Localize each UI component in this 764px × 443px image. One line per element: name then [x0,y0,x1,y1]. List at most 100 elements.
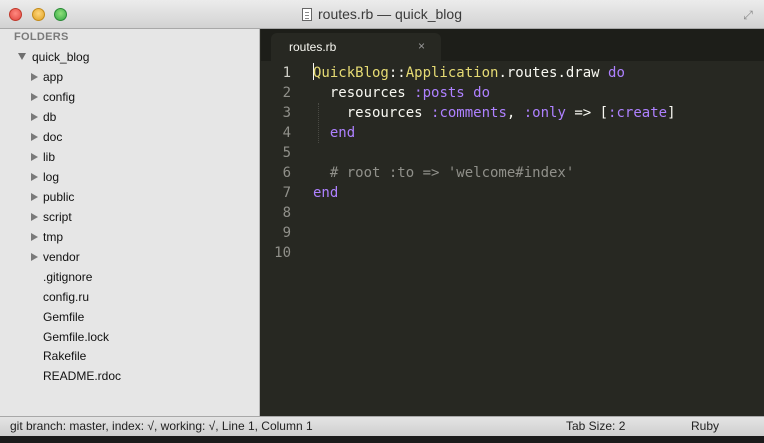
syntax-selector[interactable]: Ruby [691,417,719,436]
chevron-down-icon[interactable] [18,53,26,60]
folder-app[interactable]: app [0,67,258,87]
root-folder-label: quick_blog [32,50,90,64]
keyword: end [313,185,339,201]
window-title: routes.rb — quick_blog [318,6,462,22]
keyword: do [473,85,491,101]
file-gemfile-lock[interactable]: Gemfile.lock [0,327,258,347]
tree-root-quick-blog[interactable]: quick_blog [18,50,89,68]
close-tab-icon[interactable]: × [418,39,425,53]
window-bottom-edge [0,436,764,443]
punctuation: , [506,105,524,121]
folder-lib[interactable]: lib [0,147,258,167]
chevron-right-icon[interactable] [31,93,38,101]
class-name: QuickBlog [313,65,389,81]
code-editor[interactable]: 1 2 3 4 5 6 7 8 9 10 QuickBlog::Applicat… [261,61,764,416]
file-label: README.rdoc [43,369,122,383]
folder-label: app [43,70,64,84]
line-number: 3 [282,105,291,121]
folder-log[interactable]: log [0,167,258,187]
code-line-6: # root :to => 'welcome#index' [313,163,574,183]
line-number: 7 [282,185,291,201]
code-line-4: end [313,123,355,143]
file-label: config.ru [43,290,90,304]
tab-bar: routes.rb × [261,29,764,61]
method-chain: .routes.draw [498,65,609,81]
file-label: Gemfile.lock [43,330,110,344]
code-line-3: resources :comments, :only => [:create] [313,103,676,123]
line-number: 2 [282,85,291,101]
code-line-1: QuickBlog::Application.routes.draw do [313,63,625,83]
chevron-right-icon[interactable] [31,253,38,261]
punctuation: ] [667,105,676,121]
line-number: 8 [282,205,291,221]
line-number: 10 [274,245,291,261]
line-number: 4 [282,125,291,141]
symbol: :create [608,105,668,121]
tab-size-selector[interactable]: Tab Size: 2 [566,417,625,436]
file-config-ru[interactable]: config.ru [0,287,258,307]
sidebar: FOLDERS quick_blog app config db doc lib… [0,29,260,416]
line-number-gutter: 1 2 3 4 5 6 7 8 9 10 [261,61,309,416]
tab-routes-rb[interactable]: routes.rb × [271,33,441,61]
folder-public[interactable]: public [0,187,258,207]
folder-label: db [43,110,57,124]
folder-vendor[interactable]: vendor [0,247,258,267]
code-line-2: resources :posts do [313,83,490,103]
file-label: .gitignore [43,270,93,284]
punctuation: => [ [565,105,609,121]
keyword: do [608,65,625,81]
comment: # root :to => 'welcome#index' [329,165,575,181]
folders-heading: FOLDERS [14,31,69,43]
editor-window: routes.rb — quick_blog ⤢ FOLDERS quick_b… [0,0,764,443]
folder-label: doc [43,130,63,144]
folder-label: vendor [43,250,80,264]
folder-label: public [43,190,75,204]
keyword: end [329,125,356,141]
fullscreen-icon[interactable]: ⤢ [741,8,755,22]
symbol: :posts [414,85,465,101]
file-gitignore[interactable]: .gitignore [0,267,258,287]
method-call: resources [329,85,415,101]
status-bar: git branch: master, index: √, working: √… [0,416,764,436]
line-number: 5 [282,145,291,161]
chevron-right-icon[interactable] [31,173,38,181]
chevron-right-icon[interactable] [31,193,38,201]
line-number: 6 [282,165,291,181]
window-title-group: routes.rb — quick_blog [0,6,764,22]
line-number: 9 [282,225,291,241]
folder-label: log [43,170,60,184]
title-bar: routes.rb — quick_blog ⤢ [0,0,764,29]
line-number: 1 [282,65,291,81]
folder-label: lib [43,150,56,164]
chevron-right-icon[interactable] [31,233,38,241]
chevron-right-icon[interactable] [31,133,38,141]
scope-operator: :: [388,65,406,81]
file-rakefile[interactable]: Rakefile [0,346,258,366]
file-readme[interactable]: README.rdoc [0,366,258,386]
folder-db[interactable]: db [0,107,258,127]
chevron-right-icon[interactable] [31,213,38,221]
folder-script[interactable]: script [0,207,258,227]
chevron-right-icon[interactable] [31,113,38,121]
code-line-7: end [313,183,338,203]
file-gemfile[interactable]: Gemfile [0,307,258,327]
code-content: QuickBlog::Application.routes.draw do re… [313,61,676,269]
chevron-right-icon[interactable] [31,153,38,161]
document-icon [302,8,313,21]
class-name: Application [405,65,499,81]
symbol: :comments [431,105,507,121]
status-git-position: git branch: master, index: √, working: √… [10,419,313,433]
method-call: resources [346,105,432,121]
folder-label: script [43,210,72,224]
folder-label: tmp [43,230,64,244]
folder-config[interactable]: config [0,87,258,107]
folder-tmp[interactable]: tmp [0,227,258,247]
tab-label: routes.rb [289,40,337,54]
chevron-right-icon[interactable] [31,73,38,81]
folder-doc[interactable]: doc [0,127,258,147]
